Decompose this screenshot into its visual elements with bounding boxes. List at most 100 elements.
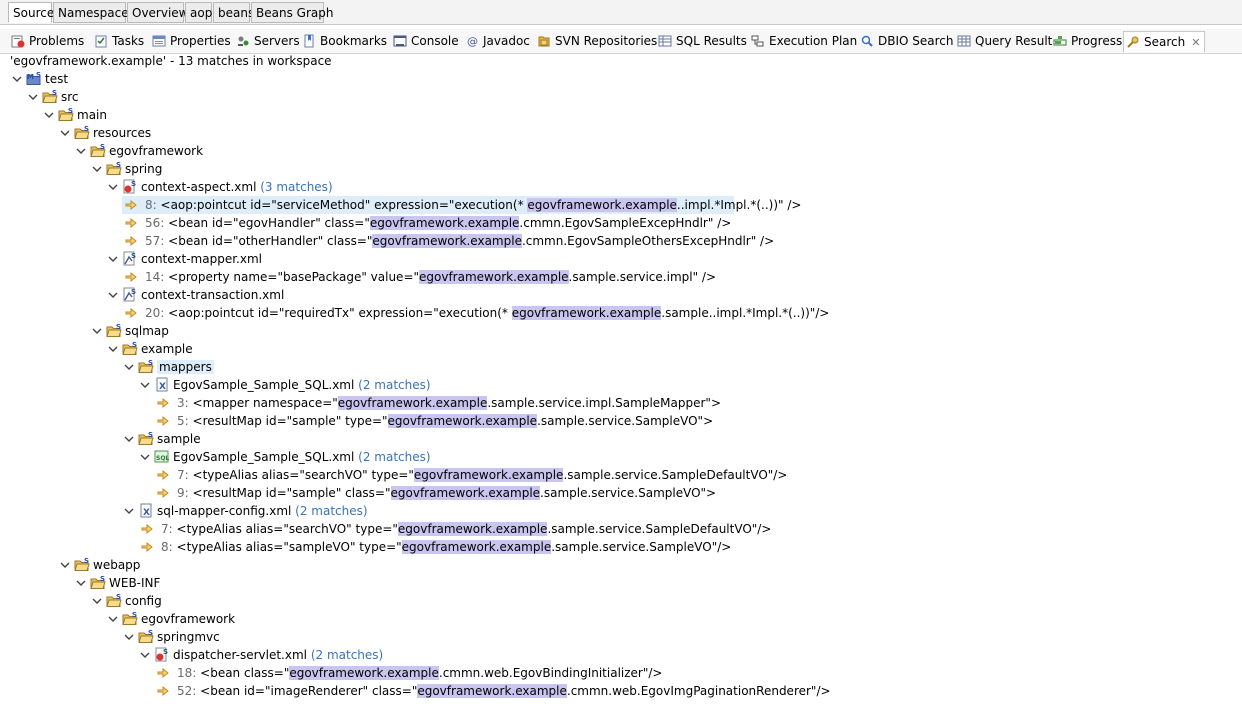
folder-node[interactable]: S WEB-INF [0, 574, 1200, 592]
search-match-row[interactable]: 3: <mapper namespace="egovframework.exam… [0, 394, 1200, 412]
file-node[interactable]: Scontext-transaction.xml [0, 286, 1200, 304]
folder-node[interactable]: Sexample [0, 340, 1200, 358]
search-match-row[interactable]: 20: <aop:pointcut id="requiredTx" expres… [0, 304, 1200, 322]
search-match-row[interactable]: 18: <bean class="egovframework.example.c… [0, 664, 1200, 682]
search-match-row[interactable]: 57: <bean id="otherHandler" class="egovf… [0, 232, 1200, 250]
editor-tab-source[interactable]: Source [8, 2, 55, 23]
dbio-search-icon [860, 34, 874, 48]
match-highlight: egovframework.example [369, 216, 520, 230]
search-match-row[interactable]: 7: <typeAlias alias="searchVO" type="ego… [0, 466, 1200, 484]
search-match-row[interactable]: 8: <aop:pointcut id="serviceMethod" expr… [122, 196, 801, 214]
chevron-down-icon[interactable] [44, 110, 54, 120]
folder-node[interactable]: Smappers [0, 358, 1200, 376]
xml-file-icon: X [154, 377, 170, 393]
chevron-down-icon[interactable] [76, 146, 86, 156]
node-label: example [141, 340, 193, 358]
folder-node[interactable]: Ssample [0, 430, 1200, 448]
editor-tab-namespaces[interactable]: Namespaces [53, 2, 135, 23]
search-match-row[interactable]: 9: <resultMap id="sample" class="egovfra… [0, 484, 1200, 502]
svg-text:S: S [36, 71, 41, 79]
view-tab-label: SVN Repositories [555, 34, 658, 48]
match-arrow-icon [141, 523, 157, 539]
chevron-down-icon[interactable] [12, 74, 22, 84]
view-tab-dbio-search[interactable]: DBIO Search [858, 31, 954, 52]
chevron-down-icon[interactable] [76, 578, 86, 588]
node-label: context-transaction.xml [141, 286, 284, 304]
file-node[interactable]: X EgovSample_Sample_SQL.xml (2 matches) [0, 376, 1200, 394]
editor-tab-label: Source [13, 6, 55, 20]
view-tab-sql-results[interactable]: SQL Results [656, 31, 747, 52]
folder-icon: S [122, 341, 138, 357]
view-tab-query-result[interactable]: Query Result [955, 31, 1052, 52]
chevron-down-icon[interactable] [108, 614, 118, 624]
view-tab-svn-repositories[interactable]: SVN Repositories [535, 31, 657, 52]
folder-node[interactable]: Ssqlmap [0, 322, 1200, 340]
chevron-down-icon[interactable] [124, 632, 134, 642]
editor-tab-aop[interactable]: aop [185, 2, 212, 23]
view-tab-progress[interactable]: Progress [1051, 31, 1122, 52]
folder-icon: S [106, 323, 122, 339]
view-tab-properties[interactable]: Properties [150, 31, 231, 52]
file-node[interactable]: Scontext-aspect.xml (3 matches) [0, 178, 1200, 196]
chevron-down-icon[interactable] [140, 650, 150, 660]
match-arrow-icon [125, 217, 141, 233]
search-match-row[interactable]: 52: <bean id="imageRenderer" class="egov… [0, 682, 1200, 700]
search-match-row[interactable]: 8: <typeAlias alias="sampleVO" type="ego… [0, 538, 1200, 556]
folder-icon: S [138, 431, 154, 447]
close-tab-icon[interactable]: ✕ [1191, 32, 1200, 53]
folder-node[interactable]: Swebapp [0, 556, 1200, 574]
folder-node[interactable]: Ssrc [0, 88, 1200, 106]
view-tab-bookmarks[interactable]: Bookmarks [300, 31, 387, 52]
search-match-row[interactable]: 14: <property name="basePackage" value="… [0, 268, 1200, 286]
file-node[interactable]: Scontext-mapper.xml [0, 250, 1200, 268]
chevron-down-icon[interactable] [108, 344, 118, 354]
chevron-down-icon[interactable] [60, 128, 70, 138]
view-tab-problems[interactable]: Problems [9, 31, 84, 52]
chevron-down-icon[interactable] [92, 326, 102, 336]
view-tab-tasks[interactable]: Tasks [92, 31, 144, 52]
editor-tab-overview[interactable]: Overview [127, 2, 189, 23]
match-prefix: <aop:pointcut id="requiredTx" expression… [168, 306, 512, 320]
chevron-down-icon[interactable] [92, 164, 102, 174]
editor-tab-beans[interactable]: beans [213, 2, 254, 23]
chevron-down-icon[interactable] [28, 92, 38, 102]
file-node[interactable]: Xsql-mapper-config.xml (2 matches) [0, 502, 1200, 520]
folder-icon: S [42, 89, 58, 105]
view-tab-search[interactable]: Search ✕ [1123, 31, 1206, 53]
chevron-down-icon[interactable] [124, 506, 134, 516]
folder-node[interactable]: Sresources [0, 124, 1200, 142]
view-tab-label: DBIO Search [878, 34, 954, 48]
chevron-down-icon[interactable] [108, 182, 118, 192]
folder-node[interactable]: Segovframework [0, 142, 1200, 160]
match-prefix: <bean id="imageRenderer" class=" [200, 684, 418, 698]
chevron-down-icon[interactable] [124, 434, 134, 444]
folder-node[interactable]: Segovframework [0, 610, 1200, 628]
project-node[interactable]: M Stest [0, 70, 1200, 88]
match-highlight: egovframework.example [417, 684, 567, 698]
search-match-row[interactable]: 7: <typeAlias alias="searchVO" type="ego… [0, 520, 1200, 538]
editor-tab-label: Overview [132, 6, 189, 20]
file-node[interactable]: Sdispatcher-servlet.xml (2 matches) [0, 646, 1200, 664]
chevron-down-icon[interactable] [108, 254, 118, 264]
view-tab-console[interactable]: Console [391, 31, 459, 52]
folder-node[interactable]: Sspring [0, 160, 1200, 178]
folder-node[interactable]: Sconfig [0, 592, 1200, 610]
folder-node[interactable]: Sspringmvc [0, 628, 1200, 646]
chevron-down-icon[interactable] [140, 452, 150, 462]
chevron-down-icon[interactable] [108, 290, 118, 300]
chevron-down-icon[interactable] [92, 596, 102, 606]
editor-tab-beans-graph[interactable]: Beans Graph [251, 2, 333, 23]
view-tab-servers[interactable]: Servers [234, 31, 300, 52]
search-match-row[interactable]: 5: <resultMap id="sample" type="egovfram… [0, 412, 1200, 430]
view-tab-execution-plan[interactable]: Execution Plan [749, 31, 857, 52]
folder-node[interactable]: Smain [0, 106, 1200, 124]
chevron-down-icon[interactable] [60, 560, 70, 570]
view-tab-javadoc[interactable]: @ Javadoc [463, 31, 530, 52]
chevron-down-icon[interactable] [140, 380, 150, 390]
search-match-row[interactable]: 56: <bean id="egovHandler" class="egovfr… [0, 214, 1200, 232]
node-label: context-aspect.xml (3 matches) [141, 178, 333, 196]
chevron-down-icon[interactable] [124, 362, 134, 372]
match-arrow-icon [157, 469, 173, 485]
match-suffix: .cmmn.EgovSampleOthersExcepHndlr" /> [521, 234, 775, 248]
file-node[interactable]: SQL EgovSample_Sample_SQL.xml (2 matches) [0, 448, 1200, 466]
